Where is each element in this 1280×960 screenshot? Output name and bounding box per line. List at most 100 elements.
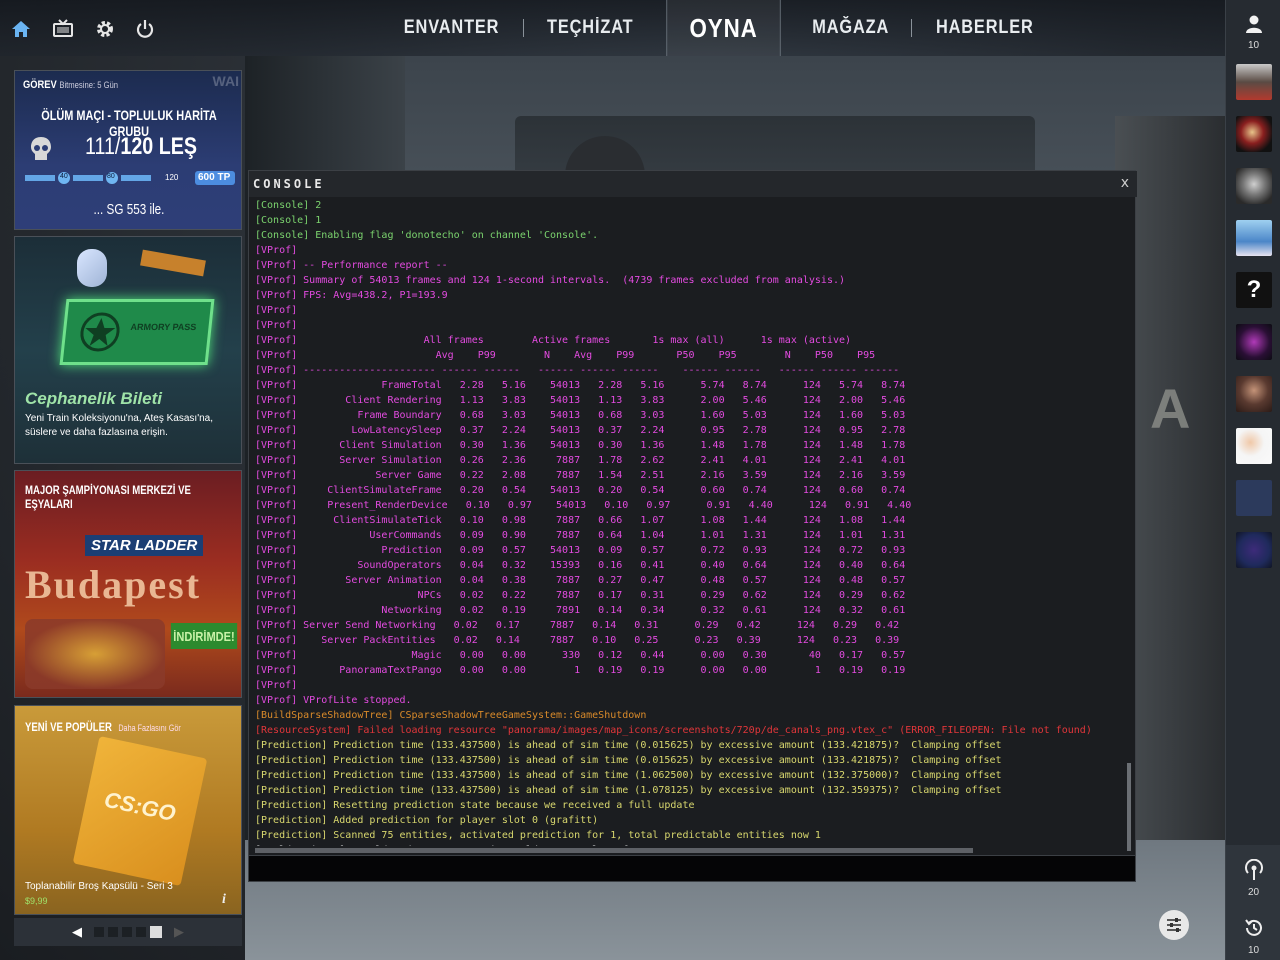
stickers-image xyxy=(25,619,165,689)
close-icon[interactable]: x xyxy=(1121,175,1129,191)
console-line: [VProf] xyxy=(255,245,298,256)
mission-weapon: ... SG 553 ile. xyxy=(93,201,165,218)
nav-inventory[interactable]: ENVANTER xyxy=(390,17,513,39)
friend-avatar[interactable] xyxy=(1236,480,1272,516)
mission-kills: 111/120 LEŞ xyxy=(85,133,197,160)
user-icon xyxy=(1245,15,1262,33)
capsule-image: CS:GO xyxy=(72,735,208,887)
console-log[interactable]: [Console] 2 [Console] 1 [Console] Enabling… xyxy=(255,198,1127,846)
milestone-80: 80 xyxy=(107,173,115,180)
rifle-image xyxy=(140,249,206,277)
console-line: [VProf] -- Performance report -- xyxy=(255,260,448,271)
tv-icon[interactable] xyxy=(51,17,75,41)
milestone-40: 40 xyxy=(60,173,68,180)
friends-count: 10 xyxy=(1247,40,1260,51)
pager-dot[interactable] xyxy=(122,927,132,937)
console-line: [VProf] Server Animation 0.04 0.38 7887 … xyxy=(255,575,906,586)
friend-avatar[interactable] xyxy=(1236,168,1272,204)
history-button[interactable]: 10 xyxy=(1226,917,1280,956)
console-line: [Prediction] Prediction time (133.437500… xyxy=(255,770,1002,781)
friend-avatar[interactable] xyxy=(1236,220,1272,256)
nav-play[interactable]: OYNA xyxy=(665,0,781,56)
friend-avatar[interactable] xyxy=(1236,532,1272,568)
vertical-scrollbar[interactable] xyxy=(1127,763,1131,851)
nav-news[interactable]: HABERLER xyxy=(922,17,1047,39)
armory-title: Cephanelik Bileti xyxy=(25,389,162,408)
console-line: [VProf] Present_RenderDevice 0.10 0.97 5… xyxy=(255,500,912,511)
console-line: [BuildSparseShadowTree] CSparseShadowTre… xyxy=(255,710,647,721)
friend-avatar[interactable] xyxy=(1236,324,1272,360)
prev-arrow-icon[interactable]: ◀ xyxy=(72,924,82,940)
sidebar-bottom: 20 10 xyxy=(1226,845,1280,960)
nav-divider xyxy=(911,19,913,37)
console-line: [VProf] Client Simulation 0.30 1.36 5401… xyxy=(255,440,906,451)
home-icon[interactable] xyxy=(9,17,33,41)
mask-image xyxy=(77,249,107,287)
console-line: [Prediction] Added prediction for player… xyxy=(255,815,599,826)
console-line: [VProf] Magic 0.00 0.00 330 0.12 0.44 0.… xyxy=(255,650,906,661)
horizontal-scrollbar[interactable] xyxy=(255,848,973,853)
see-more-link[interactable]: Daha Fazlasını Gör xyxy=(118,723,180,733)
new-popular-panel[interactable]: YENİ VE POPÜLER Daha Fazlasını Gör CS:GO … xyxy=(14,705,242,915)
nav-store[interactable]: MAĞAZA xyxy=(798,17,902,39)
console-line: [VProf] Prediction 0.09 0.57 54013 0.09 … xyxy=(255,545,906,556)
friend-avatar[interactable]: ? xyxy=(1236,272,1272,308)
mission-corner-text: WAI xyxy=(212,73,239,89)
console-line: [VProf] Server Simulation 0.26 2.36 7887… xyxy=(255,455,906,466)
console-title: CONSOLE xyxy=(253,177,325,191)
broadcast-button[interactable]: 20 xyxy=(1226,858,1280,898)
console-line: [Prediction] Prediction time (133.437500… xyxy=(255,785,1002,796)
nav-loadout[interactable]: TEÇHİZAT xyxy=(533,17,647,39)
power-icon[interactable] xyxy=(133,17,157,41)
star-icon xyxy=(80,312,120,352)
unknown-avatar-icon: ? xyxy=(1246,276,1262,303)
carousel-pager: ◀ ▶ xyxy=(14,918,242,946)
console-line: [VProf] PanoramaTextPango 0.00 0.00 1 0.… xyxy=(255,665,906,676)
armory-pass-panel[interactable]: ARMORY PASS Cephanelik Bileti Yeni Train… xyxy=(14,236,242,464)
broadcast-icon xyxy=(1244,858,1263,880)
major-panel[interactable]: MAJOR ŞAMPİYONASI MERKEZİ VE EŞYALARI ST… xyxy=(14,470,242,698)
scene-letter: A xyxy=(1150,377,1191,440)
mission-reward: 600 TP xyxy=(198,172,231,183)
friends-sidebar: 10 ? 20 10 xyxy=(1225,0,1280,960)
console-input[interactable] xyxy=(249,855,1135,881)
console-line: [VProf] ---------------------- ------ --… xyxy=(255,365,900,376)
armory-pass-label: ARMORY PASS xyxy=(130,322,197,332)
mission-panel[interactable]: GÖREV Bitmesine: 5 Gün WAI ÖLÜM MAÇI - T… xyxy=(14,70,242,230)
broadcast-count: 20 xyxy=(1247,887,1260,898)
friend-avatar[interactable] xyxy=(1236,428,1272,464)
console-window[interactable]: CONSOLE x [Console] 2 [Console] 1 [Console… xyxy=(248,170,1137,882)
next-arrow-icon[interactable]: ▶ xyxy=(174,924,184,940)
console-line: [VProf] Server Game 0.22 2.08 7887 1.54 … xyxy=(255,470,906,481)
popular-header: YENİ VE POPÜLER Daha Fazlasını Gör xyxy=(25,720,181,734)
history-icon xyxy=(1244,919,1262,936)
console-line: [VProf] FrameTotal 2.28 5.16 54013 2.28 … xyxy=(255,380,906,391)
console-line: [VProf] ClientSimulateFrame 0.20 0.54 54… xyxy=(255,485,906,496)
info-icon[interactable]: i xyxy=(222,892,226,908)
pager-dot[interactable] xyxy=(94,927,104,937)
pager-dot[interactable] xyxy=(108,927,118,937)
console-line: [VProf] xyxy=(255,320,298,331)
console-line: [VProf] Avg P99 N Avg P99 P50 P95 N P50 … xyxy=(255,350,876,361)
pager-dot[interactable] xyxy=(136,927,146,937)
friend-avatar[interactable] xyxy=(1236,64,1272,100)
milestone-120: 120 xyxy=(165,173,179,182)
console-line: [Prediction] Scanned 75 entities, activa… xyxy=(255,830,821,841)
console-line: [VProf] Server Send Networking 0.02 0.17… xyxy=(255,620,900,631)
console-line: [WorldRenderer] CWorldRendererMgr::Servi… xyxy=(255,843,1127,846)
major-logo: STAR LADDER xyxy=(85,535,204,556)
gear-icon[interactable] xyxy=(93,17,117,41)
friend-avatar[interactable] xyxy=(1236,116,1272,152)
console-titlebar[interactable]: CONSOLE x xyxy=(249,171,1137,197)
sliders-icon[interactable] xyxy=(1159,910,1189,940)
console-line: [VProf] Networking 0.02 0.19 7891 0.14 0… xyxy=(255,605,906,616)
console-line: [ResourceSystem] Failed loading resource… xyxy=(255,725,1092,736)
console-line: [VProf] All frames Active frames 1s max … xyxy=(255,335,852,346)
armory-description: Yeni Train Koleksiyonu'na, Ateş Kasası'n… xyxy=(25,413,214,438)
friend-avatar[interactable] xyxy=(1236,376,1272,412)
console-line: [Prediction] Prediction time (133.437500… xyxy=(255,740,1002,751)
console-line: [VProf] SoundOperators 0.04 0.32 15393 0… xyxy=(255,560,906,571)
pager-dot-active[interactable] xyxy=(150,926,162,938)
friends-button[interactable]: 10 xyxy=(1226,14,1280,51)
major-city: Budapest xyxy=(25,562,202,607)
